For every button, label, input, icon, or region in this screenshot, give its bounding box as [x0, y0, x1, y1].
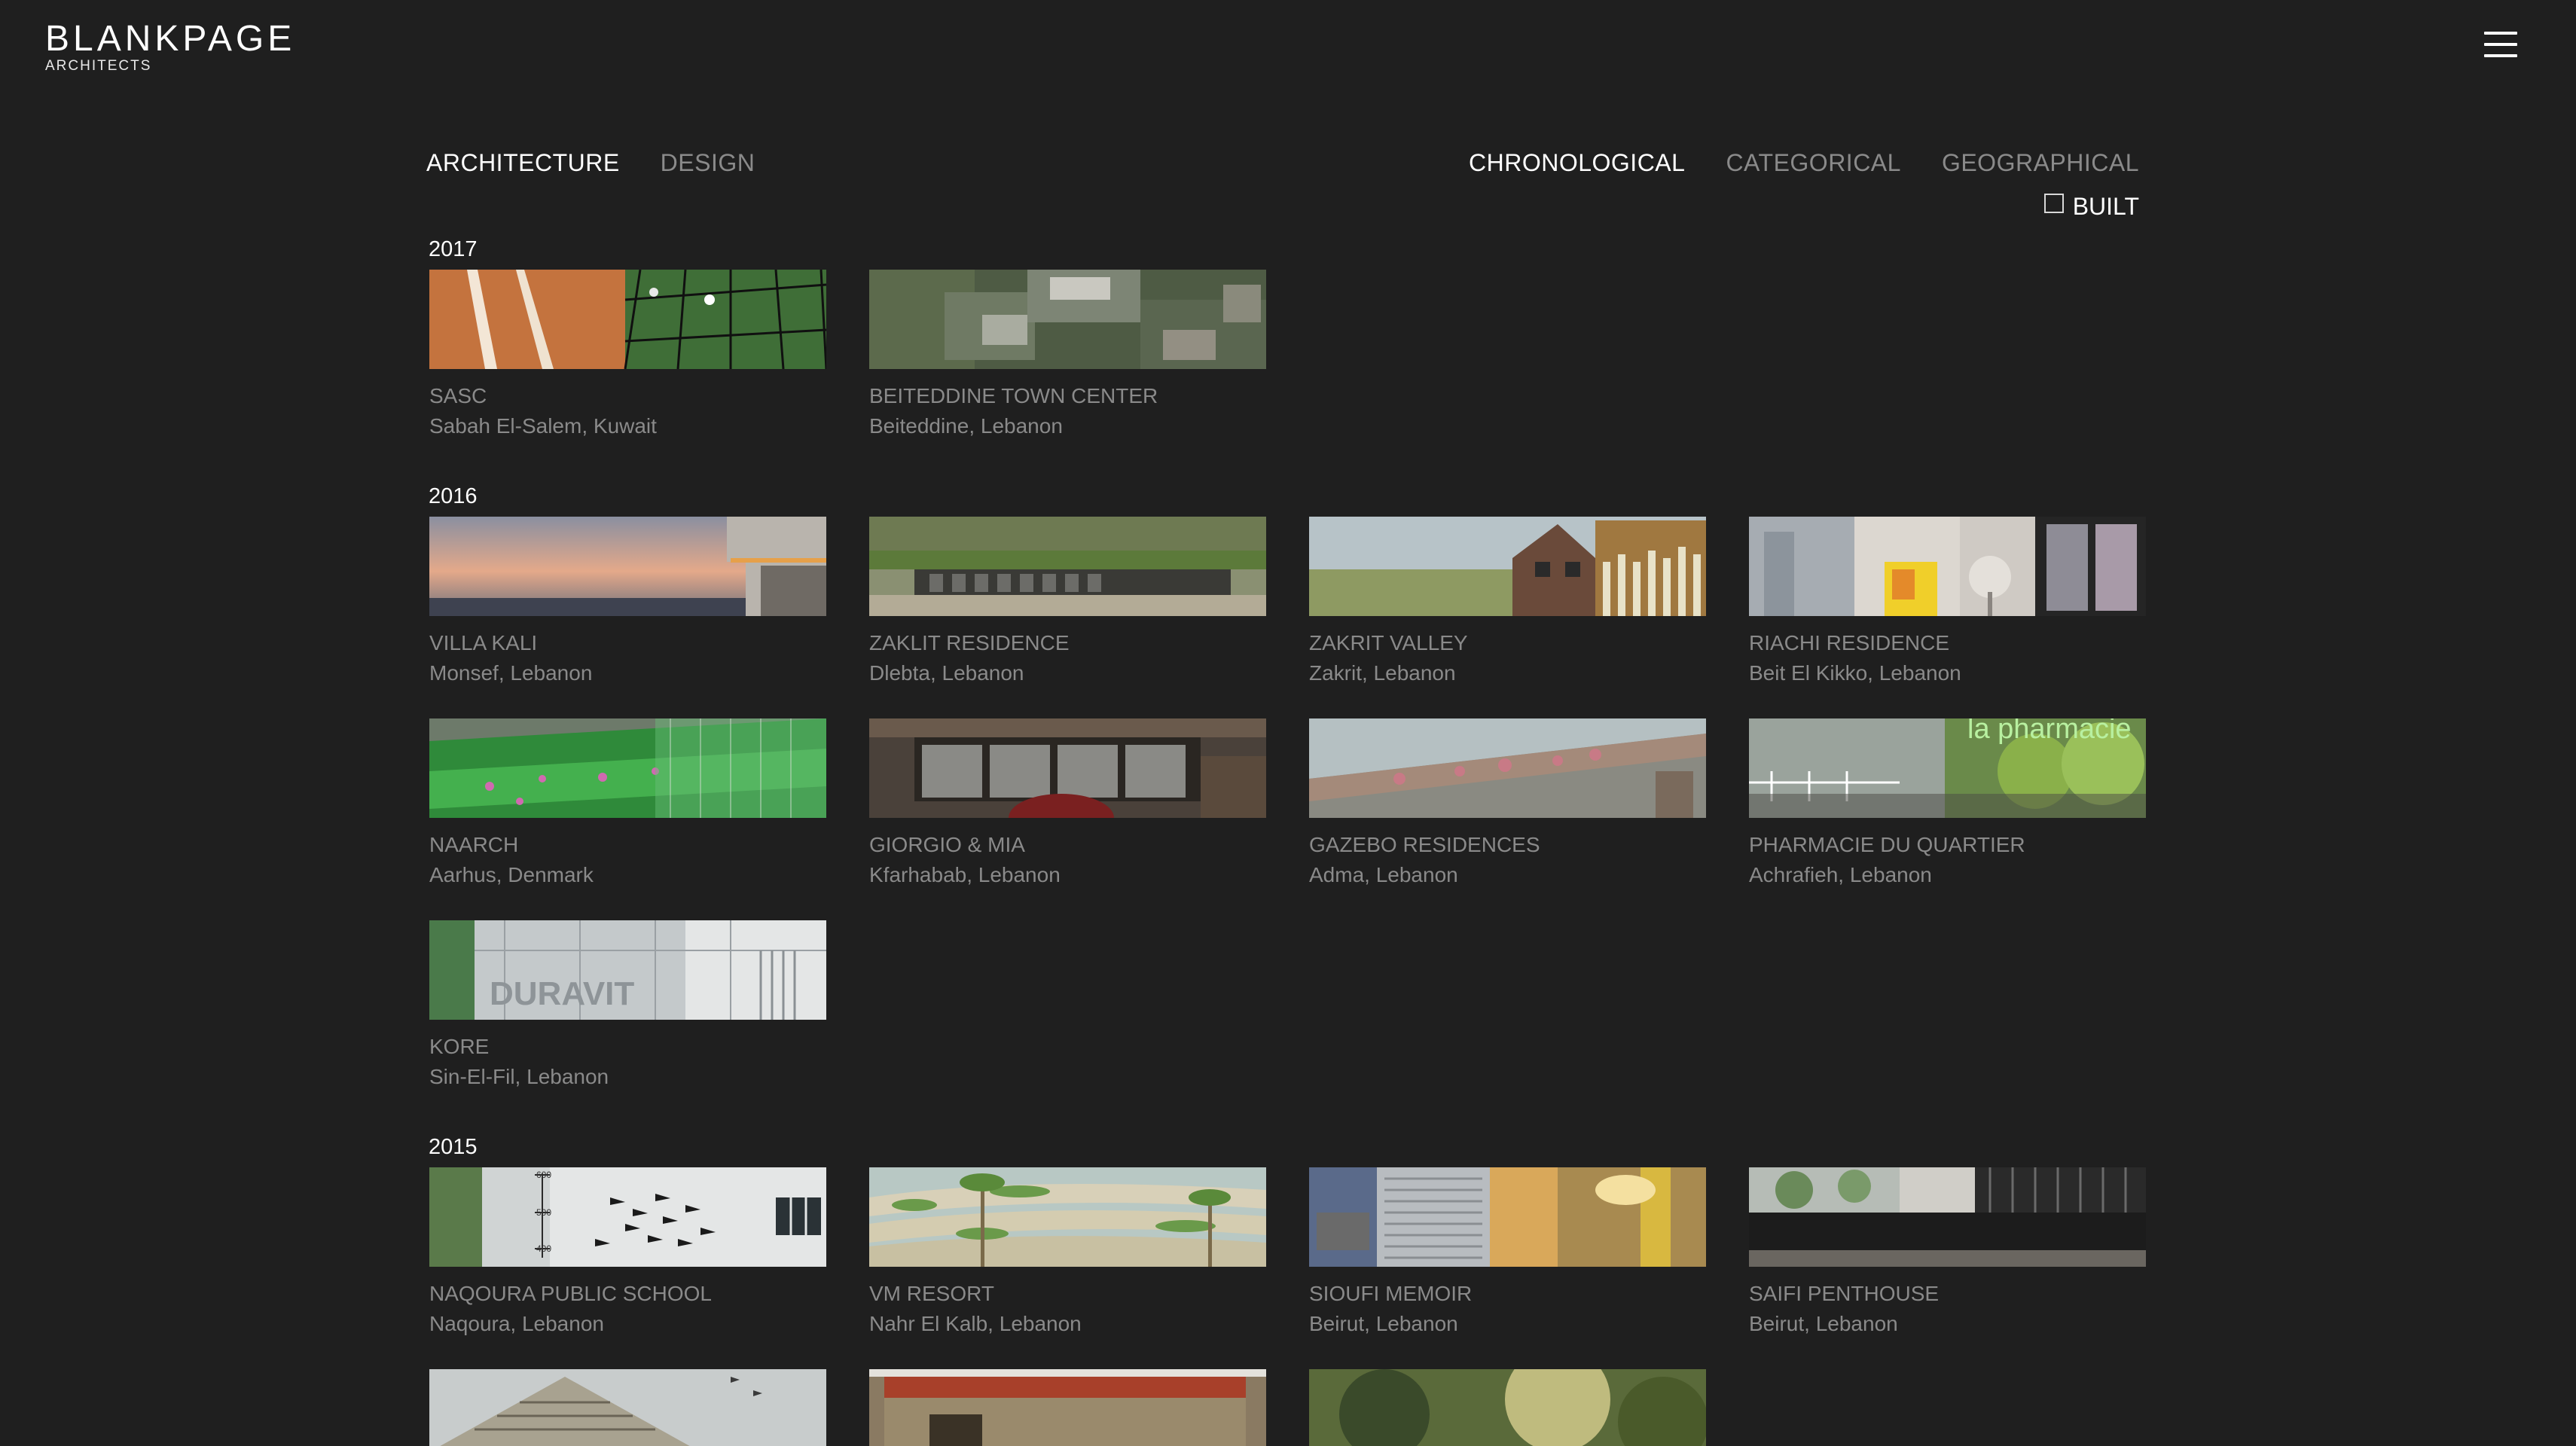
project-location: Monsef, Lebanon: [429, 661, 593, 685]
project-location: Achrafieh, Lebanon: [1749, 863, 1932, 886]
project-title: VM RESORT: [869, 1282, 994, 1305]
project-location: Beirut, Lebanon: [1309, 1312, 1458, 1335]
project-thumbnail[interactable]: [1749, 1167, 2146, 1267]
project-title: SAIFI PENTHOUSE: [1749, 1282, 1940, 1305]
project-location: Adma, Lebanon: [1309, 863, 1458, 886]
project-card-saifi-penthouse[interactable]: SAIFI PENTHOUSE Beirut, Lebanon: [1749, 1167, 2146, 1339]
project-card-naqoura-public-school[interactable]: 600 500 400 NAQOURA PUBLIC SCHOOL Naqour…: [429, 1167, 826, 1339]
built-filter-label: BUILT: [2072, 193, 2139, 220]
project-card-giorgio-mia[interactable]: GIORGIO & MIA Kfarhabab, Lebanon: [869, 718, 1266, 890]
project-thumbnail[interactable]: [1309, 718, 1706, 818]
project-title: BEITEDDINE TOWN CENTER: [869, 384, 1158, 407]
project-location: Kfarhabab, Lebanon: [869, 863, 1061, 886]
project-card-partial[interactable]: [429, 1369, 826, 1446]
project-thumbnail[interactable]: [1749, 517, 2146, 616]
tick-label: 500: [536, 1207, 551, 1218]
project-card-sioufi-memoir[interactable]: SIOUFI MEMOIR Beirut, Lebanon: [1309, 1167, 1706, 1339]
project-card-riachi-residence[interactable]: RIACHI RESIDENCE Beit El Kikko, Lebanon: [1749, 517, 2146, 688]
tab-categorical[interactable]: CATEGORICAL: [1726, 148, 1901, 178]
project-thumbnail[interactable]: [429, 517, 826, 616]
project-title: PHARMACIE DU QUARTIER: [1749, 833, 2025, 856]
project-card-naarch[interactable]: NAARCH Aarhus, Denmark: [429, 718, 826, 890]
project-card-partial[interactable]: [869, 1369, 1266, 1446]
project-card-pharmacie-du-quartier[interactable]: la pharmacie PHARMACIE DU QUARTIER Achra…: [1749, 718, 2146, 890]
project-card-sasc[interactable]: SASC Sabah El-Salem, Kuwait: [429, 270, 826, 441]
project-card-zaklit-residence[interactable]: ZAKLIT RESIDENCE Dlebta, Lebanon: [869, 517, 1266, 688]
project-location: Sin-El-Fil, Lebanon: [429, 1065, 609, 1088]
project-card-villa-kali[interactable]: VILLA KALI Monsef, Lebanon: [429, 517, 826, 688]
project-title: SIOUFI MEMOIR: [1309, 1282, 1473, 1305]
year-heading-2017: 2017: [429, 237, 478, 261]
project-title: ZAKLIT RESIDENCE: [869, 631, 1070, 654]
project-card-partial[interactable]: [1309, 1369, 1706, 1446]
tab-geographical[interactable]: GEOGRAPHICAL: [1942, 148, 2139, 178]
project-title: ZAKRIT VALLEY: [1309, 631, 1468, 654]
tab-architecture[interactable]: ARCHITECTURE: [426, 148, 620, 178]
project-card-zakrit-valley[interactable]: ZAKRIT VALLEY Zakrit, Lebanon: [1309, 517, 1706, 688]
project-title: RIACHI RESIDENCE: [1749, 631, 1950, 654]
project-location: Nahr El Kalb, Lebanon: [869, 1312, 1082, 1335]
project-card-kore[interactable]: DURAVIT KORE Sin-El-Fil, Lebanon: [429, 920, 826, 1092]
project-card-gazebo-residences[interactable]: GAZEBO RESIDENCES Adma, Lebanon: [1309, 718, 1706, 890]
project-location: Sabah El-Salem, Kuwait: [429, 414, 657, 438]
tab-design[interactable]: DESIGN: [661, 148, 755, 178]
menu-bar: [2484, 32, 2517, 35]
project-location: Dlebta, Lebanon: [869, 661, 1024, 685]
project-location: Beit El Kikko, Lebanon: [1749, 661, 1961, 685]
built-filter[interactable]: BUILT: [2043, 191, 2139, 221]
project-thumbnail[interactable]: [869, 718, 1266, 818]
site-logo[interactable]: BLANKPAGE ARCHITECTS: [45, 21, 295, 74]
project-title: KORE: [429, 1035, 490, 1058]
menu-bar: [2484, 43, 2517, 46]
hamburger-menu-icon[interactable]: [2484, 32, 2517, 59]
year-heading-2015: 2015: [429, 1135, 478, 1159]
checkbox-unchecked-icon[interactable]: [2043, 194, 2064, 213]
project-location: Aarhus, Denmark: [429, 863, 594, 886]
project-card-vm-resort[interactable]: VM RESORT Nahr El Kalb, Lebanon: [869, 1167, 1266, 1339]
project-thumbnail[interactable]: 600 500 400: [429, 1167, 826, 1267]
tab-chronological[interactable]: CHRONOLOGICAL: [1469, 148, 1685, 178]
project-title: GIORGIO & MIA: [869, 833, 1025, 856]
project-index-page: BLANKPAGE ARCHITECTS ARCHITECTURE DESIGN…: [0, 0, 2576, 1446]
project-title: NAARCH: [429, 833, 519, 856]
duravit-sign-text: DURAVIT: [490, 975, 634, 1012]
project-location: Naqoura, Lebanon: [429, 1312, 604, 1335]
project-location: Zakrit, Lebanon: [1309, 661, 1456, 685]
project-thumbnail[interactable]: la pharmacie: [1749, 718, 2146, 818]
project-title: SASC: [429, 384, 487, 407]
project-thumbnail[interactable]: [869, 270, 1266, 369]
project-thumbnail[interactable]: [1309, 1167, 1706, 1267]
project-thumbnail[interactable]: [429, 718, 826, 818]
year-heading-2016: 2016: [429, 484, 478, 508]
project-location: Beirut, Lebanon: [1749, 1312, 1898, 1335]
project-title: VILLA KALI: [429, 631, 538, 654]
project-thumbnail[interactable]: [429, 270, 826, 369]
pharmacie-sign-text: la pharmacie: [1967, 718, 2132, 745]
project-title: NAQOURA PUBLIC SCHOOL: [429, 1282, 712, 1305]
menu-bar: [2484, 54, 2517, 57]
project-thumbnail[interactable]: [1309, 517, 1706, 616]
logo-wordmark: BLANKPAGE: [45, 19, 296, 59]
project-thumbnail[interactable]: [1309, 1369, 1706, 1446]
project-title: GAZEBO RESIDENCES: [1309, 833, 1540, 856]
project-thumbnail[interactable]: DURAVIT: [429, 920, 826, 1020]
project-location: Beiteddine, Lebanon: [869, 414, 1063, 438]
logo-subtitle: ARCHITECTS: [45, 58, 152, 74]
tick-label: 400: [536, 1243, 551, 1254]
tick-label: 600: [536, 1170, 551, 1180]
sort-tabs: CHRONOLOGICAL CATEGORICAL GEOGRAPHICAL: [1469, 148, 2139, 178]
project-thumbnail[interactable]: [869, 1369, 1266, 1446]
category-tabs: ARCHITECTURE DESIGN: [426, 148, 755, 178]
project-thumbnail[interactable]: [869, 517, 1266, 616]
project-thumbnail[interactable]: [869, 1167, 1266, 1267]
project-card-beiteddine-town-center[interactable]: BEITEDDINE TOWN CENTER Beiteddine, Leban…: [869, 270, 1266, 441]
project-thumbnail[interactable]: [429, 1369, 826, 1446]
